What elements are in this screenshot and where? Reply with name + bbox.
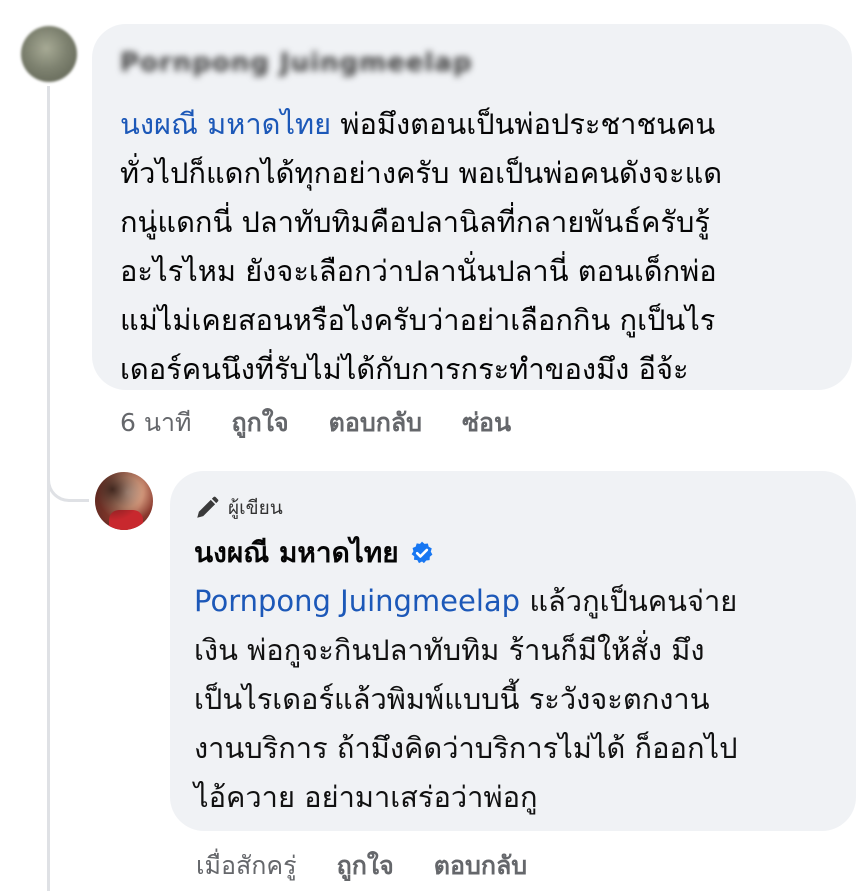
like-button[interactable]: ถูกใจ (231, 403, 288, 443)
comment-timestamp[interactable]: 6 นาที (120, 403, 191, 443)
reply-line: เงิน พ่อกูจะกินปลาทับทิม ร้านก็มีให้สั่ง… (194, 633, 705, 667)
comment-line: ทั่วไปก็แดกได้ทุกอย่างครับ พอเป็นพ่อคนดั… (120, 156, 723, 190)
reply-line: งานบริการ ถ้ามึงคิดว่าบริการไม่ได้ ก็ออก… (194, 731, 738, 765)
author-badge: ผู้เขียน (194, 493, 830, 523)
reply-button[interactable]: ตอบกลับ (329, 403, 422, 443)
reply-author-name[interactable]: นงผณี มหาดไทย (194, 531, 399, 575)
mention-link[interactable]: นงผณี มหาดไทย (120, 107, 331, 141)
reply-header: นงผณี มหาดไทย (194, 533, 830, 573)
comment-line: แม่ไม่เคยสอนหรือไงครับว่าอย่าเลือกกิน กู… (120, 303, 716, 337)
comment-actions: 6 นาที ถูกใจ ตอบกลับ ซ่อน (120, 403, 551, 443)
comment-line: พ่อมึงตอนเป็นพ่อประชาชนคน (331, 107, 716, 141)
commenter-avatar[interactable] (21, 26, 77, 82)
reply-bubble: ผู้เขียน นงผณี มหาดไทย Pornpong Juingmee… (170, 471, 856, 831)
reply-button[interactable]: ตอบกลับ (434, 846, 527, 886)
reply-line: แล้วกูเป็นคนจ่าย (520, 584, 738, 618)
comment-bubble: Pornpong Juingmeelap นงผณี มหาดไทย พ่อมึ… (92, 24, 852, 390)
comment-line: กนู่แดกนี่ ปลาทับทิมคือปลานิลที่กลายพันธ… (120, 205, 710, 239)
reply-actions: เมื่อสักครู่ ถูกใจ ตอบกลับ (196, 846, 567, 886)
commenter-name[interactable]: Pornpong Juingmeelap (120, 44, 824, 82)
reply-line: ไอ้ควาย อย่ามาเสร่อว่าพ่อกู (194, 780, 538, 814)
pen-icon (197, 496, 219, 518)
like-button[interactable]: ถูกใจ (337, 846, 394, 886)
avatar-hair (95, 472, 153, 530)
hide-button[interactable]: ซ่อน (462, 403, 511, 443)
author-avatar[interactable] (95, 472, 153, 530)
author-badge-label: ผู้เขียน (228, 497, 283, 519)
verified-badge-icon (411, 541, 433, 564)
reply-line: เป็นไรเดอร์แล้วพิมพ์แบบนี้ ระวังจะตกงาน (194, 682, 710, 716)
reply-timestamp[interactable]: เมื่อสักครู่ (196, 846, 297, 886)
comment-text: นงผณี มหาดไทย พ่อมึงตอนเป็นพ่อประชาชนคนท… (120, 100, 824, 394)
reply-connector (47, 440, 89, 502)
reply-text: Pornpong Juingmeelap แล้วกูเป็นคนจ่ายเงิ… (194, 577, 830, 822)
mention-link[interactable]: Pornpong Juingmeelap (194, 584, 520, 618)
comment-line: เดอร์คนนึงที่รับไม่ได้กับการกระทำของมึง … (120, 352, 689, 386)
comment-line: อะไรไหม ยังจะเลือกว่าปลานั่นปลานี่ ตอนเด… (120, 254, 717, 288)
